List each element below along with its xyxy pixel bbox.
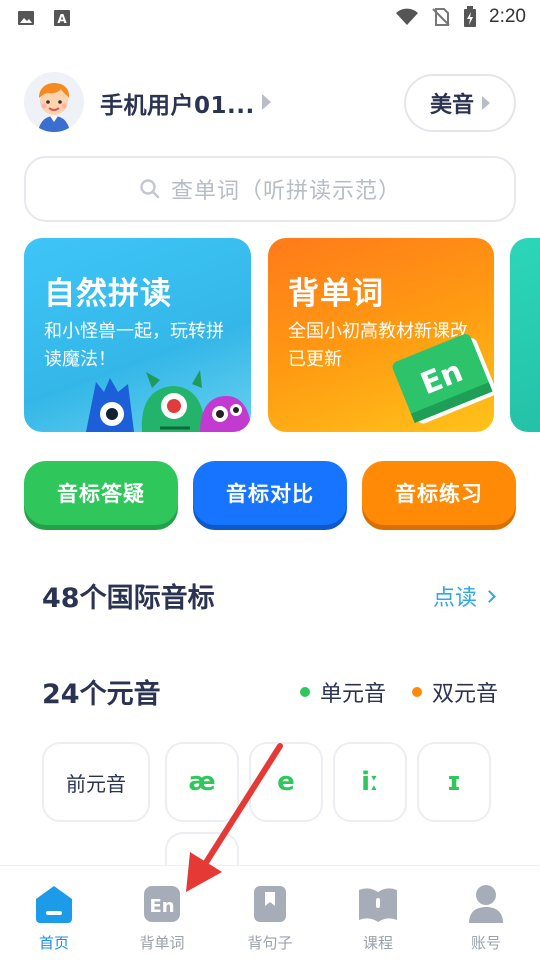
no-sim-icon <box>432 8 450 26</box>
vowel-legend: 单元音 双元音 <box>299 676 498 708</box>
diphthong-dot-icon <box>411 687 422 697</box>
legend-monophthong: 单元音 <box>319 682 386 707</box>
feature-cards: 自然拼读 和小怪兽一起，玩转拼读魔法！ 背单词 全国小初高教材新课改已更新 En <box>24 238 540 432</box>
tab-label: 账号 <box>470 934 501 952</box>
next-card-peek[interactable] <box>510 238 540 432</box>
status-time: 2:20 <box>489 6 526 27</box>
tab-sentences[interactable]: 背句子 <box>216 866 324 960</box>
profile-header: 手机用户01... 美音 <box>24 72 516 134</box>
phonetic-actions: 音标答疑 音标对比 音标练习 <box>24 461 516 525</box>
vowel-row-label: 前元音 <box>42 742 150 822</box>
vowel-symbol-e[interactable]: e <box>249 742 323 822</box>
phonetic-practice-button[interactable]: 音标练习 <box>362 461 516 525</box>
bottom-tab-bar: 首页 En 背单词 背句子 课程 账号 <box>0 866 540 960</box>
tab-account[interactable]: 账号 <box>432 866 540 960</box>
monster-illustration-icon <box>86 370 251 432</box>
svg-text:A: A <box>57 12 67 26</box>
bookmark-icon <box>254 886 286 922</box>
username[interactable]: 手机用户01... <box>100 86 255 120</box>
en-book-icon: En <box>392 334 494 424</box>
avatar-illustration-icon <box>24 72 84 132</box>
read-along-label: 点读 <box>432 586 477 611</box>
accent-select-button[interactable]: 美音 <box>404 74 516 132</box>
search-icon <box>140 179 160 199</box>
home-icon <box>36 886 72 923</box>
phonetic-compare-button[interactable]: 音标对比 <box>193 461 347 525</box>
status-bar: A 2:20 <box>0 0 540 36</box>
text-a-icon: A <box>54 10 70 26</box>
legend-diphthong: 双元音 <box>431 682 498 707</box>
tab-courses[interactable]: 课程 <box>324 866 432 960</box>
chevron-right-icon <box>483 589 496 603</box>
tab-label: 背单词 <box>139 934 185 952</box>
tab-vocabulary[interactable]: En 背单词 <box>108 866 216 960</box>
image-icon <box>18 11 34 25</box>
search-input[interactable]: 查单词（听拼读示范） <box>24 156 516 222</box>
vowel-symbol-i-short[interactable]: ɪ <box>417 742 491 822</box>
wifi-icon <box>396 8 419 25</box>
vocabulary-card[interactable]: 背单词 全国小初高教材新课改已更新 En <box>268 238 494 432</box>
tab-label: 背句子 <box>247 934 293 952</box>
vowel-symbol-i-long[interactable]: iː <box>333 742 407 822</box>
en-book-icon: En <box>144 886 180 922</box>
monophthong-dot-icon <box>299 687 310 697</box>
phonetic-qa-button[interactable]: 音标答疑 <box>24 461 178 525</box>
vowels-section-title: 24个元音 <box>42 679 161 710</box>
phonetics-section-title: 48个国际音标 <box>42 583 215 614</box>
course-book-icon <box>359 888 397 922</box>
tab-label: 首页 <box>38 934 69 952</box>
svg-text:En: En <box>149 896 174 917</box>
avatar[interactable] <box>24 72 84 132</box>
tab-home[interactable]: 首页 <box>0 866 108 960</box>
tab-label: 课程 <box>362 934 393 952</box>
user-icon <box>469 885 503 923</box>
chevron-right-icon <box>262 94 271 110</box>
phonics-card[interactable]: 自然拼读 和小怪兽一起，玩转拼读魔法！ <box>24 238 251 432</box>
read-along-link[interactable]: 点读 <box>432 580 496 612</box>
chevron-right-icon <box>482 96 490 110</box>
accent-label: 美音 <box>429 93 474 118</box>
search-placeholder: 查单词（听拼读示范） <box>170 179 401 204</box>
vowel-symbol-ae[interactable]: æ <box>165 742 239 822</box>
battery-charging-icon <box>464 6 477 27</box>
